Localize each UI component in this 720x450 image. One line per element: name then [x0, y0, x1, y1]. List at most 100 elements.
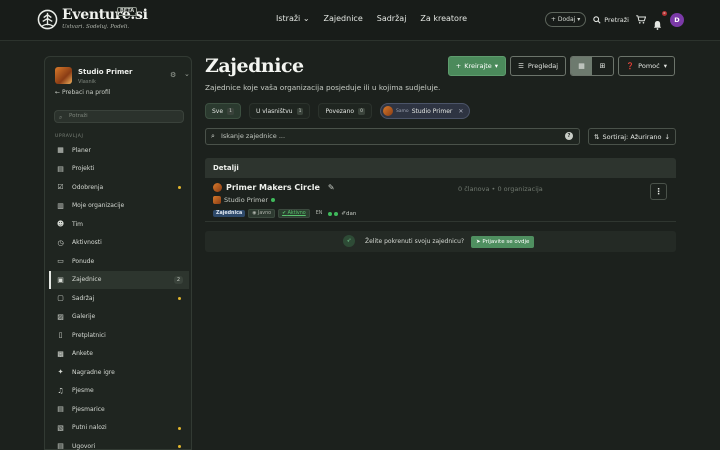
edit-icon[interactable]: ✎ [328, 183, 335, 192]
cta-signup-button[interactable]: ➤ Prijavite se ovdje [471, 236, 535, 248]
sidebar-item-ankete[interactable]: ▩ Ankete [49, 345, 189, 364]
pending-dot [178, 426, 181, 430]
community-stats: 0 članova • 0 organizacija [458, 185, 543, 193]
main-nav: Istraži ⌄ Zajednice Sadržaj Za kreatore [276, 14, 467, 23]
nav-actions: + Dodaj ▾ Pretraži 0 D [544, 10, 684, 30]
caret-down-icon: ▾ [663, 62, 667, 70]
activity-icon: ◷ [57, 238, 64, 247]
community-tags: Zajednica ◉ Javno ✔ Aktivno EN ✐dan [213, 209, 356, 218]
globe-icon: ◉ [252, 211, 257, 216]
cta-text: Želite pokrenuti svoju zajednicu? [365, 238, 465, 245]
bell-icon [653, 20, 662, 30]
check-icon: ☑ [57, 183, 64, 192]
sidebar-item-putni-nalozi[interactable]: ▧ Putni nalozi [49, 419, 189, 438]
offer-icon: ▭ [57, 257, 64, 266]
sidebar-item-planer[interactable]: ▦ Planer [49, 141, 189, 160]
nav-za-kreatore[interactable]: Za kreatore [420, 14, 467, 23]
pending-dot [178, 445, 181, 448]
sidebar-item-galerije[interactable]: ▨ Galerije [49, 308, 189, 327]
sort-icon: ⇅ [594, 132, 600, 141]
gallery-icon: ▨ [57, 312, 64, 321]
sidebar-item-ponude[interactable]: ▭ Ponude [49, 252, 189, 271]
online-status-dot [271, 198, 276, 202]
filter-bar: Sve 1 U vlasništvu 1 Povezano 0 Samo Studio… [205, 103, 471, 119]
author-label: ✐dan [341, 210, 357, 217]
grid-large-icon[interactable]: ▦ [571, 57, 593, 75]
chevron-down-icon[interactable]: ⌄ [184, 70, 190, 78]
row-menu-button[interactable]: ⋮ [650, 183, 667, 200]
community-search-input[interactable]: ⌕ Iskanje zajednice ... ? [205, 128, 580, 145]
travel-icon: ▧ [57, 423, 64, 432]
sidebar-item-zajednice[interactable]: ▣ Zajednice 2 [49, 270, 189, 289]
nav-search-button[interactable]: Pretraži [593, 16, 629, 24]
organization-filter-chip[interactable]: Samo Studio Primer ✕ [379, 103, 471, 119]
nav-zajednice[interactable]: Zajednice [324, 14, 363, 23]
grid-small-icon[interactable]: ⊞ [592, 57, 613, 75]
profile-name: Studio Primer [78, 68, 133, 76]
page-subtitle: Zajednice koje vaša organizacija posjedu… [205, 83, 441, 92]
prize-icon: ✦ [57, 368, 64, 377]
pending-dot [178, 186, 181, 189]
profile-avatar [55, 67, 72, 84]
gear-icon[interactable]: ⚙ [170, 71, 176, 79]
sidebar-item-odobrenja[interactable]: ☑ Odobrenja [49, 178, 189, 197]
user-avatar[interactable]: D [670, 12, 684, 27]
sidebar-item-projekti[interactable]: ▤ Projekti [49, 160, 189, 179]
list-icon: ☰ [518, 62, 524, 70]
sidebar-item-ugovori[interactable]: ▤ Ugovori [49, 437, 189, 450]
cart-icon[interactable] [636, 15, 646, 24]
add-button[interactable]: + Dodaj ▾ [544, 12, 587, 27]
visibility-tag: ◉ Javno [248, 209, 276, 218]
music-icon: ♫ [57, 386, 64, 395]
search-icon: ⌕ [59, 114, 63, 121]
help-circle-icon[interactable]: ? [565, 132, 573, 140]
rocket-icon: ➶ [343, 235, 355, 247]
create-button[interactable]: + Kreirajte ▾ [447, 56, 507, 76]
filter-tab-u-vlasnistvu[interactable]: U vlasništvu 1 [248, 103, 311, 119]
calendar-icon: ▦ [57, 146, 64, 155]
question-icon: ❓ [626, 62, 635, 70]
sidebar-item-tim[interactable]: ☻ Tim [49, 215, 189, 234]
switch-profile-link[interactable]: ← Prebaci na profil [55, 89, 111, 96]
cta-bar: ➶ Želite pokrenuti svoju zajednicu? ➤ Pr… [205, 231, 676, 252]
community-avatar [213, 183, 222, 192]
filter-tab-povezano[interactable]: Povezano 0 [318, 103, 372, 119]
check-circle-icon: ✔ [282, 211, 287, 216]
sort-direction-icon: ↓ [664, 132, 670, 141]
logo-icon[interactable] [37, 9, 58, 30]
subscribers-icon: ▯ [58, 331, 63, 340]
community-title[interactable]: Primer Makers Circle ✎ [213, 183, 335, 192]
brand-tagline: Ustvari. Sodeluj. Podeli. [62, 24, 130, 30]
search-icon: ⌕ [211, 132, 215, 140]
organization-avatar [382, 106, 393, 116]
building-icon: ▥ [57, 201, 64, 210]
more-vertical-icon: ⋮ [654, 187, 663, 196]
sidebar-item-nagradne-igre[interactable]: ✦ Nagradne igre [49, 363, 189, 382]
plus-icon: + [455, 62, 462, 70]
profile-switcher[interactable]: Studio Primer Vlasnik ⚙ ⌄ [55, 66, 190, 88]
sidebar-search-input[interactable]: ⌕ Potraži [54, 110, 184, 123]
notification-badge: 0 [662, 10, 667, 16]
filter-tab-sve[interactable]: Sve 1 [205, 103, 241, 119]
nav-istrazi[interactable]: Istraži ⌄ [276, 14, 310, 23]
close-icon[interactable]: ✕ [458, 108, 463, 115]
language-tag: EN [315, 211, 323, 216]
table-row[interactable]: Primer Makers Circle ✎ Studio Primer Zaj… [205, 178, 676, 222]
sidebar-item-sadrzaj[interactable]: ▢ Sadržaj [49, 289, 189, 308]
profile-role: Vlasnik [78, 79, 96, 85]
overview-button[interactable]: ☰ Pregledaj [510, 56, 567, 76]
sidebar-item-aktivnosti[interactable]: ◷ Aktivnosti [49, 234, 189, 253]
sidebar-item-moje-organizacije[interactable]: ▥ Moje organizacije [49, 197, 189, 216]
notifications-button[interactable]: 0 [653, 10, 667, 30]
help-button[interactable]: ❓ Pomoć ▾ [618, 56, 675, 76]
community-owner[interactable]: Studio Primer [213, 196, 276, 204]
count-badge: 2 [173, 275, 183, 284]
sidebar-item-pjesme[interactable]: ♫ Pjesme [49, 382, 189, 401]
sidebar-item-pjesmarice[interactable]: ▤ Pjesmarice [49, 400, 189, 419]
sort-button[interactable]: ⇅ Sortiraj: Ažurirano ↓ [588, 128, 676, 145]
sidebar-item-pretplatnici[interactable]: ▯ Pretplatnici [49, 326, 189, 345]
nav-sadrzaj[interactable]: Sadržaj [377, 14, 407, 23]
folder-icon: ▤ [57, 164, 64, 173]
page-toolbar: + Kreirajte ▾ ☰ Pregledaj ▦ ⊞ ❓ Pomoć ▾ [447, 56, 675, 76]
view-toggle: ▦ ⊞ [570, 56, 615, 76]
